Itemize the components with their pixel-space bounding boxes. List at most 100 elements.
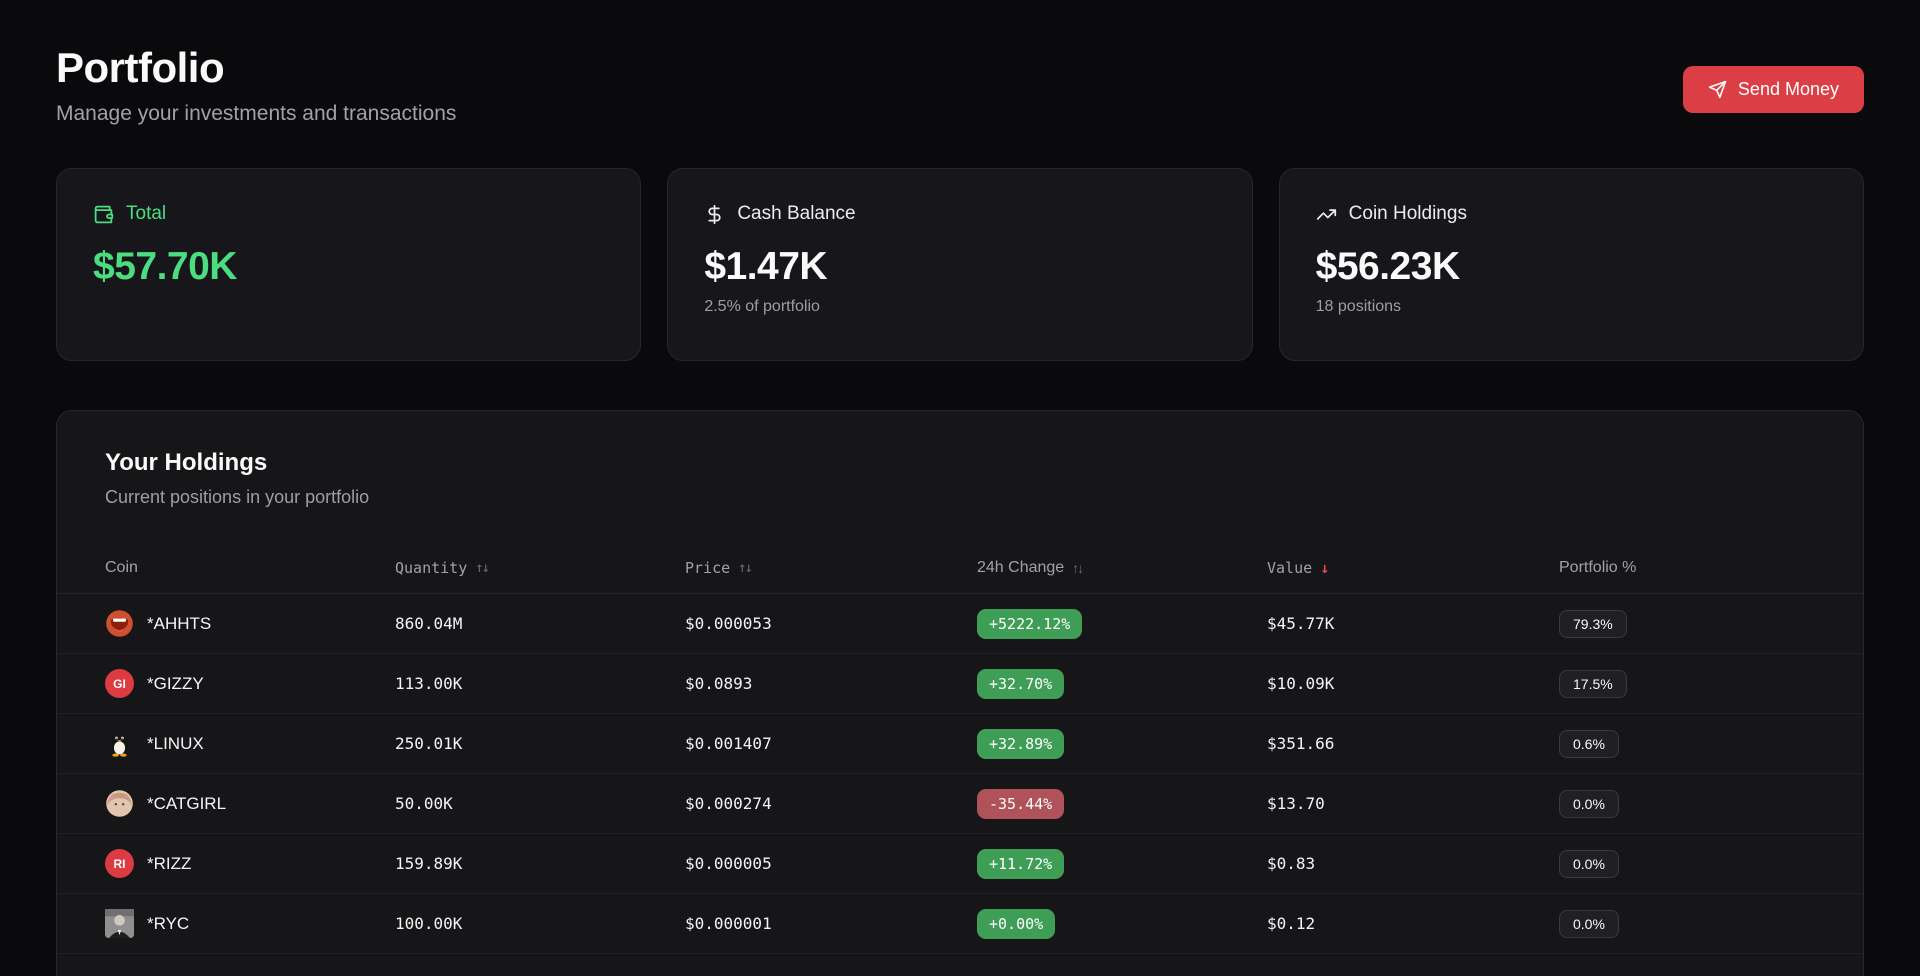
change-badge: +11.72% [977,849,1064,879]
coin-holdings-card-header: Coin Holdings [1316,203,1827,225]
coin-icon [105,909,134,938]
coin-name: *CATGIRL [147,794,226,814]
change-badge: +5222.12% [977,609,1082,639]
portfolio-pct-cell: 0.6% [1559,730,1815,758]
cash-balance-card-sub: 2.5% of portfolio [704,298,1215,316]
coin-cell: *RYC [105,909,395,938]
portfolio-pct-cell: 0.0% [1559,850,1815,878]
holdings-title: Your Holdings [57,449,1863,477]
page-title: Portfolio [56,44,456,92]
coin-icon: RI [105,849,134,878]
total-card: Total $57.70K [56,168,641,361]
stats-row: Total $57.70K Cash Balance $1.47K 2.5% o… [56,168,1864,361]
change-cell: +0.00% [977,909,1267,939]
coin-name: *RYC [147,914,189,934]
wallet-icon [93,204,114,225]
change-badge: +32.89% [977,729,1064,759]
portfolio-pct-pill: 79.3% [1559,610,1627,638]
change-cell: -35.44% [977,789,1267,819]
page-header: Portfolio Manage your investments and tr… [56,44,1864,126]
portfolio-page: Portfolio Manage your investments and tr… [0,0,1920,976]
column-label-price: Price [685,559,730,577]
table-header-row: Coin Quantity ↑↓ Price ↑↓ 24h Change ↑↓ … [57,542,1863,594]
quantity-cell: 113.00K [395,674,685,693]
change-badge: +0.00% [977,909,1055,939]
sort-icons: ↑↓ [738,560,751,576]
column-label-change: 24h Change [977,559,1064,577]
table-row[interactable]: GI *GIZZY 113.00K $0.0893 +32.70% $10.09… [57,654,1863,714]
page-header-text: Portfolio Manage your investments and tr… [56,44,456,126]
table-row[interactable]: RI *RIZZ 159.89K $0.000005 +11.72% $0.83… [57,834,1863,894]
quantity-cell: 860.04M [395,614,685,633]
holdings-panel: Your Holdings Current positions in your … [56,410,1864,976]
coin-icon: GI [105,669,134,698]
coin-cell: *AHHTS [105,609,395,638]
column-header-value[interactable]: Value ↓ [1267,559,1559,577]
portfolio-pct-cell: 79.3% [1559,610,1815,638]
portfolio-pct-pill: 0.0% [1559,850,1619,878]
coin-holdings-card-sub: 18 positions [1316,298,1827,316]
portfolio-pct-pill: 0.6% [1559,730,1619,758]
column-header-price[interactable]: Price ↑↓ [685,559,977,577]
dollar-icon [704,204,725,225]
price-cell: $0.0893 [685,674,977,693]
coin-cell: *LINUX [105,729,395,758]
quantity-cell: 100.00K [395,914,685,933]
total-card-label: Total [126,203,166,225]
change-badge: +32.70% [977,669,1064,699]
quantity-cell: 159.89K [395,854,685,873]
cash-balance-card-label: Cash Balance [737,203,855,225]
table-row[interactable]: *CATGIRL 50.00K $0.000274 -35.44% $13.70… [57,774,1863,834]
value-cell: $45.77K [1267,614,1559,633]
column-label-value: Value [1267,559,1312,577]
cash-balance-card: Cash Balance $1.47K 2.5% of portfolio [667,168,1252,361]
column-header-change[interactable]: 24h Change ↑↓ [977,559,1267,577]
portfolio-pct-cell: 0.0% [1559,910,1815,938]
change-cell: +32.70% [977,669,1267,699]
table-row[interactable]: *RYC 100.00K $0.000001 +0.00% $0.12 0.0% [57,894,1863,954]
coin-icon [105,609,134,638]
price-cell: $0.000053 [685,614,977,633]
change-cell: +11.72% [977,849,1267,879]
change-badge: -35.44% [977,789,1064,819]
quantity-cell: 250.01K [395,734,685,753]
change-cell: +32.89% [977,729,1267,759]
coin-cell: RI *RIZZ [105,849,395,878]
send-money-button[interactable]: Send Money [1683,66,1864,113]
value-cell: $13.70 [1267,794,1559,813]
column-header-quantity[interactable]: Quantity ↑↓ [395,559,685,577]
coin-name: *GIZZY [147,674,204,694]
table-row[interactable]: *AHHTS 860.04M $0.000053 +5222.12% $45.7… [57,594,1863,654]
column-label-quantity: Quantity [395,559,467,577]
value-cell: $0.12 [1267,914,1559,933]
portfolio-pct-pill: 17.5% [1559,670,1627,698]
send-icon [1708,80,1727,99]
portfolio-pct-cell: 17.5% [1559,670,1815,698]
change-cell: +5222.12% [977,609,1267,639]
coin-cell: GI *GIZZY [105,669,395,698]
price-cell: $0.000274 [685,794,977,813]
value-cell: $0.83 [1267,854,1559,873]
column-label-portfolio-pct: Portfolio % [1559,559,1636,577]
coin-cell: *CATGIRL [105,789,395,818]
coin-name: *AHHTS [147,614,211,634]
value-cell: $10.09K [1267,674,1559,693]
quantity-cell: 50.00K [395,794,685,813]
table-row[interactable]: *LINUX 250.01K $0.001407 +32.89% $351.66… [57,714,1863,774]
coin-icon [105,789,134,818]
coin-name: *RIZZ [147,854,191,874]
price-cell: $0.000005 [685,854,977,873]
total-card-header: Total [93,203,604,225]
price-cell: $0.000001 [685,914,977,933]
column-label-coin: Coin [105,559,138,577]
coin-icon [105,729,134,758]
price-cell: $0.001407 [685,734,977,753]
cash-balance-card-value: $1.47K [704,245,1215,289]
sort-desc-icon: ↓ [1320,559,1329,577]
value-cell: $351.66 [1267,734,1559,753]
sort-icons: ↑↓ [475,560,488,576]
column-header-coin: Coin [105,559,395,577]
send-money-label: Send Money [1738,79,1839,100]
cash-balance-card-header: Cash Balance [704,203,1215,225]
holdings-table-body: *AHHTS 860.04M $0.000053 +5222.12% $45.7… [57,594,1863,954]
